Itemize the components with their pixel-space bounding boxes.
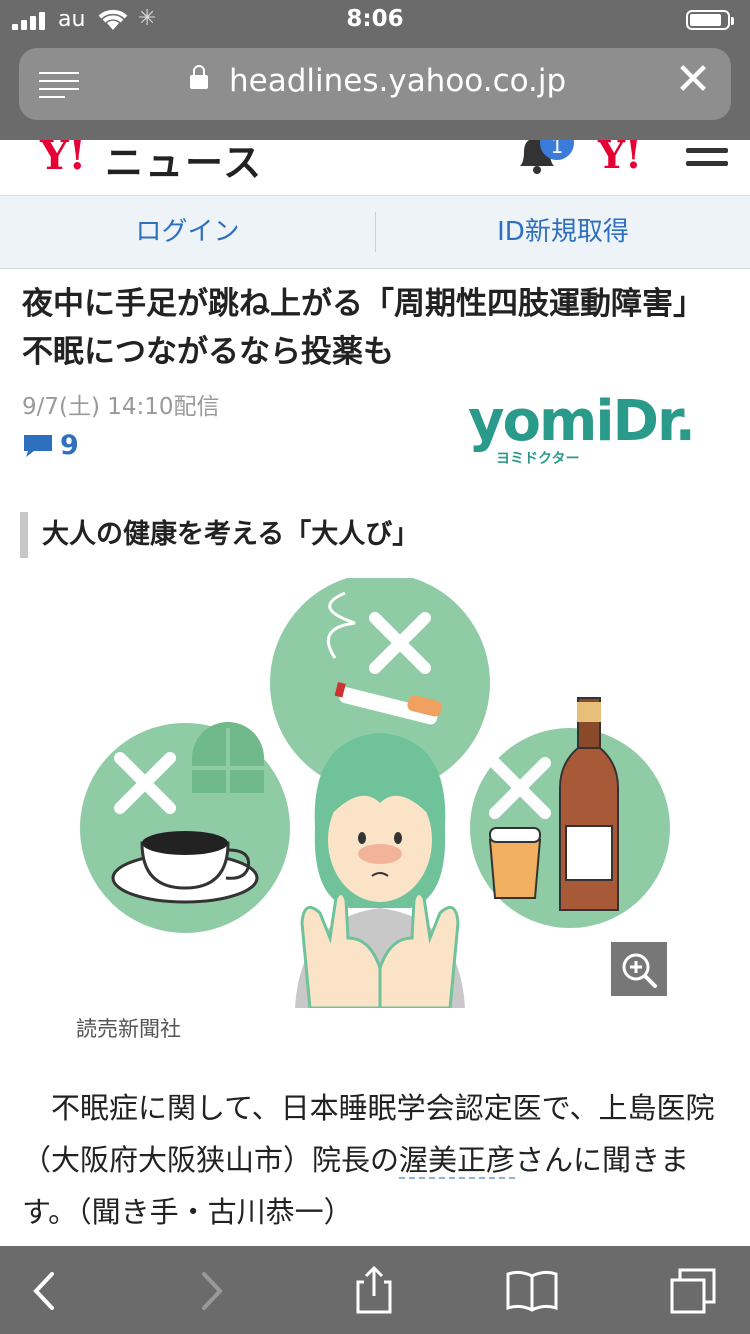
browser-address-area: headlines.yahoo.co.jp ✕ xyxy=(0,40,750,140)
share-icon[interactable] xyxy=(344,1266,404,1316)
comment-count: 9 xyxy=(60,430,79,461)
yahoo-logo[interactable]: Y! xyxy=(40,140,86,179)
lock-icon xyxy=(190,65,208,89)
yahoo-home-logo[interactable]: Y! xyxy=(598,140,642,177)
publish-date: 9/7(土) 14:10配信 xyxy=(22,394,220,420)
article-title: 夜中に手足が跳ね上がる「周期性四肢運動障害」 不眠につながるなら投薬も xyxy=(22,286,720,370)
status-bar: au ✳ 8:06 xyxy=(0,0,750,40)
zoom-in-icon xyxy=(622,953,657,988)
source-logo-subtitle: ヨミドクター xyxy=(496,451,580,467)
image-caption: 読売新聞社 xyxy=(76,1017,181,1041)
menu-icon[interactable] xyxy=(686,148,728,174)
close-icon[interactable]: ✕ xyxy=(671,58,715,102)
comment-bubble-icon xyxy=(24,434,52,457)
person-name-link[interactable]: 渥美正彦 xyxy=(399,1143,516,1179)
site-header: Y! ニュース 1 Y! xyxy=(0,140,750,196)
series-heading: 大人の健康を考える「大人び」 xyxy=(20,512,419,558)
tabs-icon[interactable] xyxy=(664,1266,724,1316)
reader-view-icon[interactable] xyxy=(39,72,79,104)
news-logo-text[interactable]: ニュース xyxy=(105,140,263,187)
comment-count-link[interactable]: 9 xyxy=(22,430,79,461)
forward-icon[interactable] xyxy=(182,1266,242,1316)
night-window-icon xyxy=(192,722,264,793)
address-bar[interactable]: headlines.yahoo.co.jp ✕ xyxy=(19,48,731,120)
back-icon[interactable] xyxy=(16,1266,76,1316)
bookmarks-icon[interactable] xyxy=(502,1266,562,1316)
article-illustration[interactable] xyxy=(80,578,670,1008)
source-logo-text: yomiDr. xyxy=(468,389,696,454)
zoom-image-button[interactable] xyxy=(611,942,667,996)
clock: 8:06 xyxy=(346,6,404,32)
battery-icon xyxy=(686,10,734,30)
login-link[interactable]: ログイン xyxy=(0,196,375,268)
article-body: 不眠症に関して、日本睡眠学会認定医で、上島医院（大阪府大阪狭山市）院長の渥美正彦… xyxy=(22,1082,730,1238)
browser-toolbar xyxy=(0,1246,750,1334)
url-text[interactable]: headlines.yahoo.co.jp xyxy=(229,63,566,99)
source-logo[interactable]: yomiDr. ヨミドクター xyxy=(468,392,708,470)
account-bar: ログイン ID新規取得 xyxy=(0,196,750,269)
register-id-link[interactable]: ID新規取得 xyxy=(376,196,750,268)
